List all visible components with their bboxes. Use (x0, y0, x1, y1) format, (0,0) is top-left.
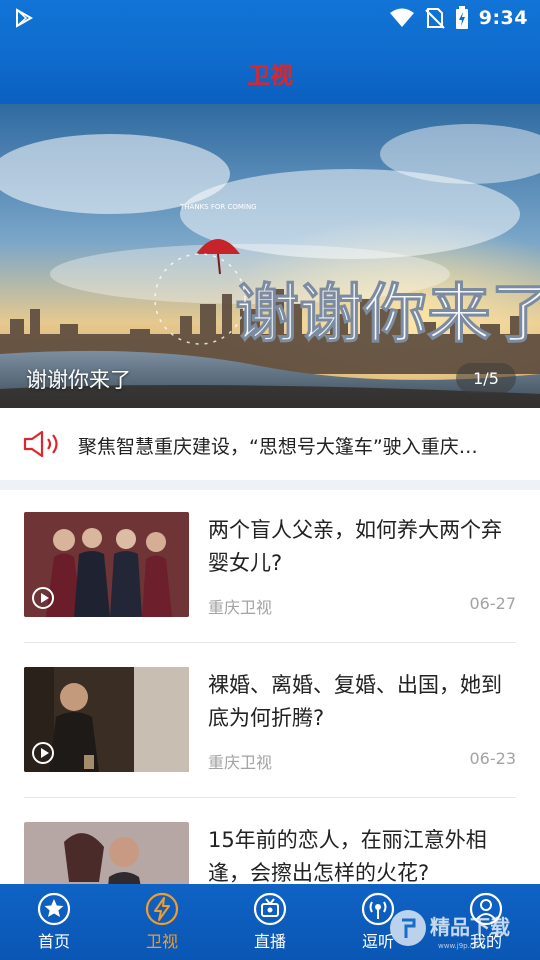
tab-label: 直播 (253, 932, 286, 951)
watermark-logo: 精品下载 www.j9p.com (390, 910, 510, 950)
news-title: 裸婚、离婚、复婚、出国，她到底为何折腾? (208, 673, 502, 730)
tab-label: 卫视 (145, 932, 178, 951)
notice-bar[interactable]: 聚焦智慧重庆建设，“思想号大篷车”驶入重庆… (0, 408, 540, 480)
svg-text:精品下载: 精品下载 (430, 915, 510, 939)
svg-text:www.j9p.com: www.j9p.com (438, 942, 485, 950)
play-icon (32, 742, 54, 764)
notice-text[interactable]: 聚焦智慧重庆建设，“思想号大篷车”驶入重庆… (78, 432, 510, 459)
tab-live[interactable]: 直播 (216, 884, 324, 960)
news-item[interactable]: 两个盲人父亲，如何养大两个弃婴女儿? 重庆卫视 06-27 (24, 512, 516, 618)
status-time: 9:34 (478, 7, 528, 29)
banner-caption: 谢谢你来了 (26, 368, 131, 392)
news-source: 重庆卫视 (208, 598, 273, 617)
news-title: 15年前的恋人，在丽江意外相逢，会擦出怎样的火花? (208, 828, 487, 885)
news-thumbnail (24, 512, 189, 617)
tv-icon (253, 892, 287, 926)
play-icon (32, 587, 54, 609)
banner-page-indicator: 1/5 (456, 363, 516, 393)
status-bar: 9:34 (0, 0, 540, 36)
svg-text:THANKS FOR COMING: THANKS FOR COMING (179, 203, 257, 211)
wifi-icon (389, 8, 414, 27)
tab-satellite-tv[interactable]: 卫视 (108, 884, 216, 960)
news-source: 重庆卫视 (208, 753, 273, 772)
no-sim-icon (425, 8, 445, 29)
star-icon (37, 892, 71, 926)
status-icons: 9:34 (389, 6, 528, 30)
list-divider (24, 797, 516, 798)
play-store-icon (16, 8, 34, 28)
section-separator (0, 480, 540, 490)
list-divider (24, 642, 516, 643)
lightning-icon (145, 892, 179, 926)
news-date: 06-23 (469, 749, 517, 768)
banner-image: 谢谢你来了 THANKS FOR COMING (0, 104, 540, 408)
svg-text:谢谢你来了: 谢谢你来了 (235, 278, 540, 352)
news-thumbnail (24, 667, 189, 772)
news-date: 06-27 (469, 594, 517, 613)
tab-home[interactable]: 首页 (0, 884, 108, 960)
top-header: 9:34 卫视 (0, 0, 540, 104)
speaker-icon (23, 430, 58, 458)
banner-carousel[interactable]: 谢谢你来了 THANKS FOR COMING 谢谢你来了 1/5 (0, 104, 540, 408)
app-root: 9:34 卫视 谢谢你来了 THANKS FOR COMING 谢谢你来了 1/… (0, 0, 540, 960)
news-item[interactable]: 裸婚、离婚、复婚、出国，她到底为何折腾? 重庆卫视 06-23 (24, 667, 516, 773)
page-title: 卫视 (247, 63, 293, 89)
tab-label: 首页 (37, 932, 70, 951)
news-title: 两个盲人父亲，如何养大两个弃婴女儿? (208, 518, 502, 575)
battery-charging-icon (455, 6, 468, 29)
